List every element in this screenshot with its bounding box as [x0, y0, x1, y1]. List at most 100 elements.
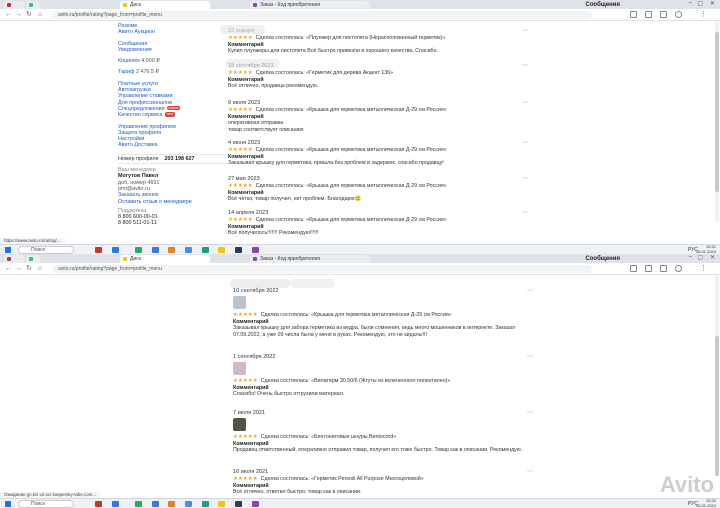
wallet-value: 4 000 ₽ [141, 58, 160, 65]
window-minimize-icon[interactable]: – [689, 0, 692, 6]
app-icon[interactable] [202, 247, 209, 253]
blurred-region [290, 279, 335, 288]
app-icon[interactable] [202, 501, 209, 507]
app-icon[interactable] [252, 247, 259, 253]
notification-toast[interactable]: Сообщения [585, 0, 620, 10]
back-icon[interactable]: ← [5, 11, 12, 19]
tab-1[interactable] [4, 255, 24, 263]
special-label: Спецпредложения [118, 105, 165, 112]
app-icon[interactable] [112, 501, 119, 507]
windows-start-icon[interactable] [5, 501, 11, 507]
tab-1[interactable] [4, 1, 24, 9]
back-icon[interactable]: ← [5, 265, 12, 273]
app-icon[interactable] [135, 501, 142, 507]
address-bar: ← → ↻ ⌂ avito.ru/profile/rating?page_fro… [0, 263, 720, 275]
extensions-icon[interactable] [630, 265, 637, 272]
profile-icon[interactable] [675, 11, 682, 18]
menu-icon[interactable]: ⋮ [700, 11, 707, 19]
home-icon[interactable]: ⌂ [38, 265, 42, 273]
more-options-icon[interactable]: ⋯ [527, 354, 533, 360]
review-deal-line: ★★★★★ Сделка состоялась: «Герметик Penosi… [233, 476, 533, 483]
tab-order[interactable]: Заказ - Код приобретения [250, 255, 370, 263]
rating-stars-icon: ★★★★★ [228, 35, 253, 41]
home-icon[interactable]: ⌂ [38, 11, 42, 19]
review-photo-thumbnail[interactable] [233, 418, 246, 431]
scrollbar-thumb[interactable] [715, 336, 719, 476]
taskbar-search[interactable]: Поиск [18, 246, 74, 254]
more-options-icon[interactable]: ⋯ [527, 288, 533, 294]
menu-icon[interactable]: ⋮ [700, 265, 707, 273]
app-icon[interactable] [95, 501, 102, 507]
more-options-icon[interactable]: ⋯ [522, 28, 528, 34]
app-icon[interactable] [235, 501, 242, 507]
review-card: 23 января ★★★★★Сделка состоялась: «Плунж… [228, 28, 528, 55]
tab-label: Диск [130, 2, 141, 8]
more-options-icon[interactable]: ⋯ [527, 469, 533, 475]
app-icon[interactable] [112, 247, 119, 253]
app-icon[interactable] [95, 247, 102, 253]
app-icon[interactable] [152, 501, 159, 507]
clock[interactable]: 10:31 26.01.2024 [696, 244, 716, 254]
tab-2[interactable] [26, 1, 40, 9]
app-icon[interactable] [185, 501, 192, 507]
window-maximize-icon[interactable]: ▢ [697, 254, 703, 261]
url-input[interactable]: avito.ru/profile/rating?page_from=profil… [52, 265, 592, 273]
window-maximize-icon[interactable]: ▢ [697, 0, 703, 7]
app-icon[interactable] [168, 501, 175, 507]
tariff-label: Тариф [118, 69, 135, 76]
profile-number-label: Номер профиля [118, 155, 159, 162]
app-icon[interactable] [218, 501, 225, 507]
app-icon[interactable] [152, 247, 159, 253]
forward-icon[interactable]: → [15, 11, 22, 19]
more-options-icon[interactable]: ⋯ [522, 100, 528, 106]
tab-label: Диск [130, 256, 141, 262]
taskbar-search[interactable]: Поиск [18, 500, 74, 508]
window-minimize-icon[interactable]: – [689, 254, 692, 260]
more-options-icon[interactable]: ⋯ [522, 176, 528, 182]
more-options-icon[interactable]: ⋯ [522, 210, 528, 216]
more-options-icon[interactable]: ⋯ [527, 410, 533, 416]
scrollbar-thumb[interactable] [715, 32, 719, 192]
profile-icon[interactable] [675, 265, 682, 272]
reload-icon[interactable]: ↻ [26, 265, 32, 273]
app-icon[interactable] [252, 501, 259, 507]
window-close-icon[interactable]: ✕ [710, 254, 715, 261]
tab-disk[interactable]: Диск [120, 255, 210, 263]
reload-icon[interactable]: ↻ [26, 11, 32, 19]
app-icon[interactable] [218, 247, 225, 253]
review-deal-line: ★★★★★ Сделка состоялась: «Плунжер для пис… [228, 35, 528, 42]
app-icon[interactable] [168, 247, 175, 253]
downloads-icon[interactable] [660, 11, 667, 18]
review-comment: Спасибо! Очень быстро отгрузили материал… [233, 391, 345, 397]
review-deal-line: ★★★★★ Сделка состоялась: «Вилатерм 30,50/… [233, 378, 533, 385]
tab-2[interactable] [26, 255, 40, 263]
downloads-icon[interactable] [660, 265, 667, 272]
review-deal-line: ★★★★★ Сделка состоялась: «Герметик для де… [228, 70, 528, 77]
windows-start-icon[interactable] [5, 247, 11, 253]
bookmarks-icon[interactable] [645, 265, 652, 272]
review-card: 27 мая 2023 ★★★★★ Сделка состоялась: «Кры… [228, 176, 528, 203]
bookmarks-icon[interactable] [645, 11, 652, 18]
browser-window-top: Диск Заказ - Код приобретения ✕ ▢ – ← → … [0, 0, 720, 254]
window-close-icon[interactable]: ✕ [710, 0, 715, 7]
review-photo-thumbnail[interactable] [233, 362, 246, 375]
app-icon[interactable] [185, 247, 192, 253]
review-date: 23 января [228, 28, 528, 35]
review-comment: Всё чётко, товар получил, нет проблем. Б… [228, 196, 362, 202]
app-icon[interactable] [135, 247, 142, 253]
app-icon[interactable] [235, 247, 242, 253]
notification-toast[interactable]: Сообщения [585, 254, 620, 264]
extensions-icon[interactable] [630, 11, 637, 18]
review-date: 27 мая 2023 [228, 176, 260, 182]
more-options-icon[interactable]: ⋯ [522, 140, 528, 146]
review-deal-line: ★★★★★ Сделка состоялась: «Крышка для герм… [228, 107, 528, 114]
url-input[interactable]: avito.ru/profile/rating?page_from=profil… [52, 11, 592, 19]
forward-icon[interactable]: → [15, 265, 22, 273]
review-photo-thumbnail[interactable] [233, 296, 246, 309]
scrollbar[interactable] [715, 22, 719, 222]
tab-disk[interactable]: Диск [120, 1, 210, 9]
clock[interactable]: 10:32 26.01.2024 [696, 498, 716, 508]
more-options-icon[interactable]: ⋯ [522, 63, 528, 69]
scrollbar[interactable] [715, 276, 719, 476]
tab-order[interactable]: Заказ - Код приобретения [250, 1, 370, 9]
